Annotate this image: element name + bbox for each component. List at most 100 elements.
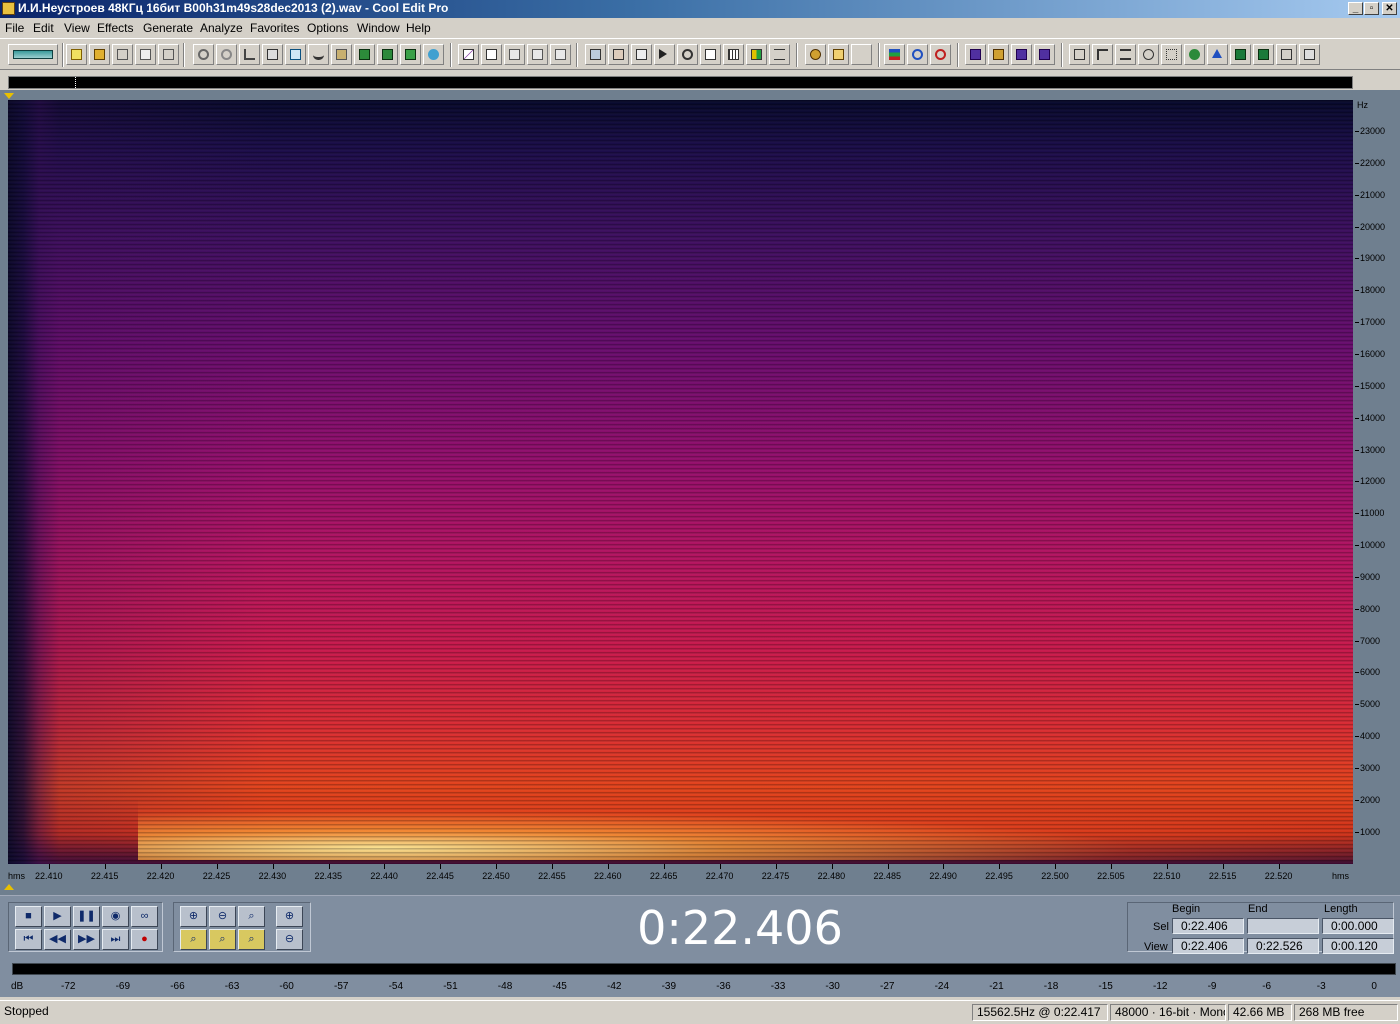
menu-window[interactable]: Window: [357, 21, 400, 35]
zoom-in-tool-button[interactable]: [907, 44, 928, 65]
paste-button[interactable]: [331, 44, 352, 65]
minimize-button[interactable]: _: [1348, 2, 1363, 15]
multitrack-toggle-button[interactable]: [8, 44, 58, 65]
overview-bar[interactable]: [8, 76, 1353, 89]
undo-button[interactable]: [193, 44, 214, 65]
zoom-vertical-out-button[interactable]: ⊖: [276, 929, 303, 950]
effect-4-button[interactable]: [1138, 44, 1159, 65]
trim-button[interactable]: [400, 44, 421, 65]
mix-paste-button[interactable]: [377, 44, 398, 65]
zoom-full-button[interactable]: ⌕: [238, 906, 265, 927]
zoom-vertical-in-button[interactable]: ⊕: [276, 906, 303, 927]
sel-length-field[interactable]: 0:00.000: [1322, 918, 1394, 934]
play-cursor-button[interactable]: [654, 44, 675, 65]
filter-button[interactable]: [504, 44, 525, 65]
effect-7-button[interactable]: [1207, 44, 1228, 65]
script-button[interactable]: [828, 44, 849, 65]
view-end-field[interactable]: 0:22.526: [1247, 938, 1319, 954]
go-to-end-button[interactable]: ⏭: [102, 929, 129, 950]
open-button[interactable]: [89, 44, 110, 65]
start-marker-bottom[interactable]: [4, 884, 14, 890]
menu-options[interactable]: Options: [307, 21, 348, 35]
repeat-button[interactable]: [239, 44, 260, 65]
lasso-tool-button[interactable]: [1034, 44, 1055, 65]
save-button[interactable]: [112, 44, 133, 65]
maximize-button[interactable]: ▫: [1364, 2, 1379, 15]
paste-new-button[interactable]: [354, 44, 375, 65]
spectral-view-button[interactable]: [608, 44, 629, 65]
save-as-button[interactable]: [135, 44, 156, 65]
effect-10-button[interactable]: [1276, 44, 1297, 65]
rewind-button[interactable]: ◀◀: [44, 929, 71, 950]
track-view-button[interactable]: [884, 44, 905, 65]
stop-button[interactable]: ■: [15, 906, 42, 927]
close-button[interactable]: ✕: [1382, 2, 1397, 15]
loop-button[interactable]: ∞: [131, 906, 158, 927]
settings-button[interactable]: [805, 44, 826, 65]
menu-effects[interactable]: Effects: [97, 21, 133, 35]
redo-button[interactable]: [216, 44, 237, 65]
scissors-icon: [313, 49, 324, 60]
envelope-button[interactable]: [458, 44, 479, 65]
zoom-selection-button[interactable]: ⌕: [238, 929, 265, 950]
freq-tick: [1355, 449, 1359, 451]
record-button[interactable]: ●: [131, 929, 158, 950]
cut-button[interactable]: [308, 44, 329, 65]
draw-tool-button[interactable]: [965, 44, 986, 65]
grid-button[interactable]: [723, 44, 744, 65]
menu-analyze[interactable]: Analyze: [200, 21, 243, 35]
effect-6-button[interactable]: [1184, 44, 1205, 65]
noise-button[interactable]: [550, 44, 571, 65]
fast-forward-button[interactable]: ▶▶: [73, 929, 100, 950]
effect-5-button[interactable]: [1161, 44, 1182, 65]
crop-button[interactable]: [423, 44, 444, 65]
zoom-right-button[interactable]: ⌕: [209, 929, 236, 950]
new-button[interactable]: [66, 44, 87, 65]
fade-button[interactable]: [481, 44, 502, 65]
sel-begin-field[interactable]: 0:22.406: [1172, 918, 1244, 934]
menu-edit[interactable]: Edit: [33, 21, 54, 35]
play-to-end-button[interactable]: ◉: [102, 906, 129, 927]
info-button[interactable]: [631, 44, 652, 65]
effect-3-button[interactable]: [1115, 44, 1136, 65]
zoom-out-button[interactable]: ⊖: [209, 906, 236, 927]
menu-help[interactable]: Help: [406, 21, 431, 35]
ruler-button[interactable]: [769, 44, 790, 65]
waveform-view-button[interactable]: [585, 44, 606, 65]
title-bar[interactable]: И.И.Неустроев 48КГц 16бит B00h31m49s28de…: [0, 0, 1400, 18]
marquee-tool-button[interactable]: [1011, 44, 1032, 65]
view-length-field[interactable]: 0:00.120: [1322, 938, 1394, 954]
copy-new-button[interactable]: [262, 44, 283, 65]
effect-9-button[interactable]: [1253, 44, 1274, 65]
menu-favorites[interactable]: Favorites: [250, 21, 299, 35]
start-marker-top[interactable]: [4, 93, 14, 99]
level-meter[interactable]: dB -72 -69 -66 -63 -60 -57 -54 -51 -48 -45 -42 -39 -3…: [0, 959, 1400, 997]
brush-tool-button[interactable]: [988, 44, 1009, 65]
play-button[interactable]: ▶: [44, 906, 71, 927]
help-button[interactable]: [851, 44, 872, 65]
zoom-in-button[interactable]: ⊕: [180, 906, 207, 927]
time-format-button[interactable]: [700, 44, 721, 65]
freq-tick: [1355, 704, 1359, 706]
effect-1-button[interactable]: [1069, 44, 1090, 65]
view-begin-field[interactable]: 0:22.406: [1172, 938, 1244, 954]
copy-button[interactable]: [285, 44, 306, 65]
effect-2-button[interactable]: [1092, 44, 1113, 65]
color-palette-button[interactable]: [746, 44, 767, 65]
menu-view[interactable]: View: [64, 21, 90, 35]
effect-11-button[interactable]: [1299, 44, 1320, 65]
eq-button[interactable]: [527, 44, 548, 65]
app-icon[interactable]: [2, 2, 15, 15]
menu-file[interactable]: File: [5, 21, 24, 35]
spectral-display[interactable]: [8, 100, 1353, 864]
close-file-button[interactable]: [158, 44, 179, 65]
zoom-tool-button[interactable]: [677, 44, 698, 65]
go-to-start-button[interactable]: ⏮: [15, 929, 42, 950]
menu-generate[interactable]: Generate: [143, 21, 193, 35]
sel-end-field[interactable]: [1247, 918, 1319, 934]
pause-button[interactable]: ❚❚: [73, 906, 100, 927]
effect-8-button[interactable]: [1230, 44, 1251, 65]
zoom-out-tool-button[interactable]: [930, 44, 951, 65]
zoom-left-button[interactable]: ⌕: [180, 929, 207, 950]
time-ruler[interactable]: hms hms 22.410 22.415 22.420 22.425 22.430 22…: [8, 864, 1353, 886]
